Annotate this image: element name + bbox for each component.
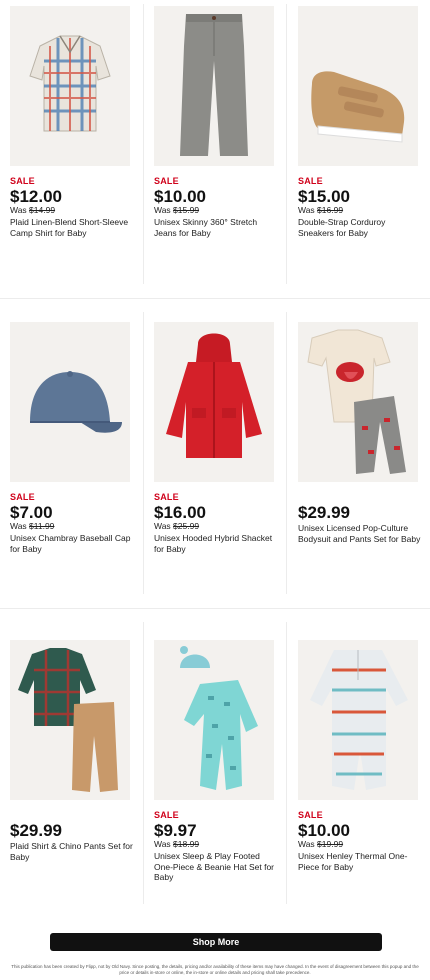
was-price: Was $25.99: [154, 521, 200, 531]
product-image[interactable]: [10, 640, 130, 800]
product-title[interactable]: Unisex Chambray Baseball Cap for Baby: [10, 533, 135, 554]
gray-jeans-icon: [154, 6, 274, 166]
plaid-shirt-icon: [10, 6, 130, 166]
product-image[interactable]: [10, 6, 130, 166]
price: $12.00: [10, 187, 62, 206]
was-price: Was $15.99: [154, 205, 200, 215]
product-title[interactable]: Unisex Hooded Hybrid Shacket for Baby: [154, 533, 279, 554]
henley-one-piece-icon: [298, 640, 418, 800]
was-price: Was $19.99: [298, 839, 344, 849]
price: $29.99: [298, 503, 350, 522]
product-image[interactable]: [154, 640, 274, 800]
price: $7.00: [10, 503, 53, 522]
row-divider: [0, 298, 430, 299]
price: $10.00: [298, 821, 350, 840]
product-card[interactable]: $29.99 Plaid Shirt & Chino Pants Set for…: [10, 640, 150, 862]
was-price: Was $16.99: [298, 205, 344, 215]
sale-label: SALE: [10, 492, 35, 502]
product-image[interactable]: [10, 322, 130, 482]
bodysuit-set-icon: [298, 322, 418, 482]
product-card[interactable]: SALE $16.00 Was $25.99 Unisex Hooded Hyb…: [154, 322, 294, 554]
sleep-play-set-icon: [154, 640, 274, 800]
was-price: Was $18.99: [154, 839, 200, 849]
price: $15.00: [298, 187, 350, 206]
product-title[interactable]: Double-Strap Corduroy Sneakers for Baby: [298, 217, 423, 238]
product-image[interactable]: [154, 6, 274, 166]
product-card[interactable]: SALE $15.00 Was $16.99 Double-Strap Cord…: [298, 6, 430, 238]
red-jacket-icon: [154, 322, 274, 482]
product-image[interactable]: [298, 6, 418, 166]
product-title[interactable]: Plaid Shirt & Chino Pants Set for Baby: [10, 841, 135, 862]
was-price: Was $14.99: [10, 205, 56, 215]
shop-more-button[interactable]: Shop More: [50, 933, 382, 951]
price: $16.00: [154, 503, 206, 522]
product-card[interactable]: SALE $10.00 Was $19.99 Unisex Henley The…: [298, 640, 430, 872]
product-title[interactable]: Unisex Sleep & Play Footed One-Piece & B…: [154, 851, 279, 883]
product-card[interactable]: SALE $9.97 Was $18.99 Unisex Sleep & Pla…: [154, 640, 294, 883]
sale-label: SALE: [154, 492, 179, 502]
product-card[interactable]: $29.99 Unisex Licensed Pop-Culture Bodys…: [298, 322, 430, 544]
sale-label: SALE: [154, 176, 179, 186]
was-price: Was $11.99: [10, 521, 55, 531]
price: $9.97: [154, 821, 197, 840]
shirt-chino-set-icon: [10, 640, 130, 800]
sale-label: SALE: [298, 176, 323, 186]
product-card[interactable]: SALE $12.00 Was $14.99 Plaid Linen-Blend…: [10, 6, 150, 238]
product-card[interactable]: SALE $7.00 Was $11.99 Unisex Chambray Ba…: [10, 322, 150, 554]
sale-label: SALE: [298, 810, 323, 820]
sale-label: SALE: [10, 176, 35, 186]
price: $29.99: [10, 821, 62, 840]
product-image[interactable]: [298, 322, 418, 482]
product-image[interactable]: [298, 640, 418, 800]
product-title[interactable]: Unisex Licensed Pop-Culture Bodysuit and…: [298, 523, 423, 544]
row-divider: [0, 608, 430, 609]
disclaimer-text: This publication has been created by Fli…: [11, 964, 419, 975]
product-title[interactable]: Unisex Henley Thermal One-Piece for Baby: [298, 851, 423, 872]
product-title[interactable]: Unisex Skinny 360° Stretch Jeans for Bab…: [154, 217, 279, 238]
price: $10.00: [154, 187, 206, 206]
product-card[interactable]: SALE $10.00 Was $15.99 Unisex Skinny 360…: [154, 6, 294, 238]
product-image[interactable]: [154, 322, 274, 482]
sale-label: SALE: [154, 810, 179, 820]
product-title[interactable]: Plaid Linen-Blend Short-Sleeve Camp Shir…: [10, 217, 135, 238]
tan-sneakers-icon: [298, 6, 418, 166]
blue-cap-icon: [10, 322, 130, 482]
